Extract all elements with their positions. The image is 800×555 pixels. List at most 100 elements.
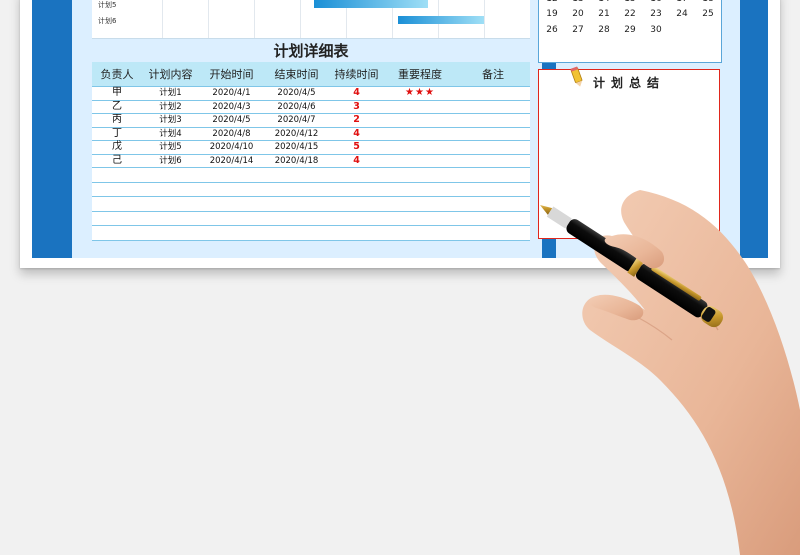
calendar-day[interactable]: 26 (542, 25, 562, 35)
empty-cell[interactable] (199, 167, 264, 183)
calendar-day[interactable]: 19 (542, 9, 562, 19)
empty-cell[interactable] (329, 211, 384, 226)
empty-cell[interactable] (142, 211, 199, 226)
empty-cell[interactable] (92, 211, 142, 226)
table-row: 甲 计划1 2020/4/1 2020/4/5 4 ★★★ (92, 86, 530, 101)
cell-importance[interactable] (384, 127, 456, 141)
cell-person[interactable]: 甲 (92, 86, 142, 101)
calendar-day[interactable]: 17 (672, 0, 692, 4)
cell-note[interactable] (456, 127, 530, 141)
empty-cell[interactable] (92, 225, 142, 241)
empty-cell[interactable] (142, 167, 199, 183)
calendar-day[interactable]: 21 (594, 9, 614, 19)
calendar-day[interactable]: 18 (698, 0, 718, 4)
empty-cell[interactable] (199, 196, 264, 212)
cell-start[interactable]: 2020/4/5 (199, 113, 264, 128)
calendar-day[interactable]: 14 (594, 0, 614, 4)
cell-note[interactable] (456, 86, 530, 101)
calendar-day[interactable]: 28 (594, 25, 614, 35)
empty-cell[interactable] (329, 167, 384, 183)
cell-duration[interactable]: 4 (329, 127, 384, 141)
cell-duration[interactable]: 2 (329, 113, 384, 128)
calendar-day[interactable]: 12 (542, 0, 562, 4)
calendar-day[interactable]: 29 (620, 25, 640, 35)
cell-person[interactable]: 戊 (92, 140, 142, 155)
empty-cell[interactable] (329, 196, 384, 212)
cell-start[interactable]: 2020/4/14 (199, 154, 264, 168)
cell-note[interactable] (456, 113, 530, 128)
calendar-day[interactable]: 24 (672, 9, 692, 19)
cell-start[interactable]: 2020/4/8 (199, 127, 264, 141)
empty-cell[interactable] (456, 182, 530, 197)
plan-summary-box[interactable]: 计划总结 (538, 66, 720, 239)
empty-cell[interactable] (384, 167, 456, 183)
cell-importance[interactable] (384, 140, 456, 155)
cell-end[interactable]: 2020/4/5 (264, 86, 329, 101)
cell-person[interactable]: 乙 (92, 100, 142, 114)
cell-end[interactable]: 2020/4/7 (264, 113, 329, 128)
cell-person[interactable]: 丙 (92, 113, 142, 128)
calendar-day[interactable]: 13 (568, 0, 588, 4)
empty-cell[interactable] (456, 225, 530, 241)
empty-cell[interactable] (384, 196, 456, 212)
empty-cell[interactable] (199, 211, 264, 226)
cell-person[interactable]: 丁 (92, 127, 142, 141)
empty-cell[interactable] (264, 167, 329, 183)
cell-duration[interactable]: 4 (329, 154, 384, 168)
cell-importance[interactable] (384, 154, 456, 168)
empty-cell[interactable] (142, 196, 199, 212)
cell-person[interactable]: 己 (92, 154, 142, 168)
cell-end[interactable]: 2020/4/6 (264, 100, 329, 114)
empty-cell[interactable] (456, 196, 530, 212)
cell-plan[interactable]: 计划3 (142, 113, 199, 128)
empty-cell[interactable] (92, 167, 142, 183)
calendar-day[interactable]: 15 (620, 0, 640, 4)
cell-importance[interactable]: ★★★ (384, 86, 456, 101)
empty-cell[interactable] (264, 211, 329, 226)
cell-duration[interactable]: 3 (329, 100, 384, 114)
empty-cell[interactable] (384, 211, 456, 226)
empty-cell[interactable] (92, 196, 142, 212)
cell-plan[interactable]: 计划5 (142, 140, 199, 155)
empty-cell[interactable] (264, 225, 329, 241)
empty-cell[interactable] (92, 182, 142, 197)
empty-cell[interactable] (142, 225, 199, 241)
cell-importance[interactable] (384, 113, 456, 128)
cell-start[interactable]: 2020/4/10 (199, 140, 264, 155)
cell-plan[interactable]: 计划4 (142, 127, 199, 141)
empty-cell[interactable] (142, 182, 199, 197)
calendar-day[interactable]: 25 (698, 9, 718, 19)
column-header: 结束时间 (264, 62, 329, 87)
calendar-day[interactable]: 22 (620, 9, 640, 19)
cell-duration[interactable]: 5 (329, 140, 384, 155)
calendar-day[interactable]: 20 (568, 9, 588, 19)
cell-duration[interactable]: 4 (329, 86, 384, 101)
cell-note[interactable] (456, 154, 530, 168)
calendar-day[interactable]: 23 (646, 9, 666, 19)
cell-plan[interactable]: 计划1 (142, 86, 199, 101)
empty-cell[interactable] (456, 211, 530, 226)
cell-start[interactable]: 2020/4/1 (199, 86, 264, 101)
cell-plan[interactable]: 计划6 (142, 154, 199, 168)
empty-cell[interactable] (264, 182, 329, 197)
cell-note[interactable] (456, 100, 530, 114)
empty-cell[interactable] (456, 167, 530, 183)
empty-cell[interactable] (384, 182, 456, 197)
calendar-day[interactable]: 16 (646, 0, 666, 4)
calendar-day[interactable]: 27 (568, 25, 588, 35)
empty-cell[interactable] (199, 182, 264, 197)
empty-cell[interactable] (384, 225, 456, 241)
cell-end[interactable]: 2020/4/15 (264, 140, 329, 155)
gantt-bar (314, 0, 428, 8)
cell-plan[interactable]: 计划2 (142, 100, 199, 114)
cell-end[interactable]: 2020/4/12 (264, 127, 329, 141)
cell-start[interactable]: 2020/4/3 (199, 100, 264, 114)
empty-cell[interactable] (329, 225, 384, 241)
empty-cell[interactable] (329, 182, 384, 197)
cell-end[interactable]: 2020/4/18 (264, 154, 329, 168)
empty-cell[interactable] (199, 225, 264, 241)
empty-cell[interactable] (264, 196, 329, 212)
calendar-day[interactable]: 30 (646, 25, 666, 35)
cell-note[interactable] (456, 140, 530, 155)
cell-importance[interactable] (384, 100, 456, 114)
